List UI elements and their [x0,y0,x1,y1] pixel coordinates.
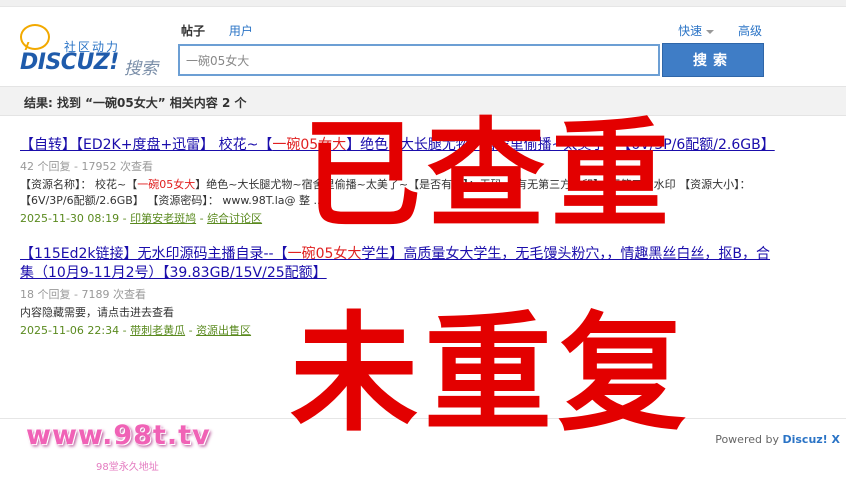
site-logo[interactable]: 社区动力 DISCUZ! 搜索 [20,24,165,82]
title-text: 【自转】【ED2K+度盘+迅雷】 校花~【 [20,137,273,153]
author-link[interactable]: 带刺老黄瓜 [130,324,185,337]
powered-by: Powered by Discuz! X [715,433,840,446]
advanced-search-link[interactable]: 高级 [738,22,762,39]
title-text: 【115Ed2k链接】无水印源码主播自录--【 [20,246,288,262]
search-box [178,44,660,76]
keyword-highlight: 一碗05女大 [137,178,196,191]
tab-users[interactable]: 用户 [229,22,253,39]
powered-prefix: Powered by [715,433,783,446]
post-date: 2025-11-06 22:34 [20,324,120,337]
logo-brand: DISCUZ! [20,50,119,75]
watermark-url: www.98t.tv [26,420,211,451]
snippet-text: 【资源名称】： 校花~【 [20,178,138,191]
search-button[interactable]: 搜索 [662,43,764,77]
author-link[interactable]: 印第安老斑鸠 [130,212,196,225]
chevron-down-icon [706,29,715,34]
watermark-subtitle: 98堂永久地址 [96,462,159,473]
header: 社区动力 DISCUZ! 搜索 帖子 用户 快速 高级 搜索 [0,6,846,86]
checked-stamp: 已查重 [303,106,676,244]
post-date: 2025-11-30 08:19 [20,212,120,225]
tab-posts[interactable]: 帖子 [181,22,205,39]
search-type-tabs: 帖子 用户 [181,22,273,42]
search-input[interactable] [180,46,658,74]
forum-link[interactable]: 综合讨论区 [207,212,262,225]
quick-search-label: 快速 [678,24,703,38]
result-summary: 结果: 找到 “一碗05女大” 相关内容 2 个 [24,96,247,110]
forum-link[interactable]: 资源出售区 [196,324,251,337]
search-options: 快速 高级 [658,22,762,39]
not-duplicate-stamp: 未重复 [290,300,693,449]
result-title-link[interactable]: 【115Ed2k链接】无水印源码主播自录--【一碗05女大学生】高质量女大学生，… [20,245,780,283]
powered-brand[interactable]: Discuz! X [782,433,840,446]
logo-search-word: 搜索 [124,59,158,79]
quick-search-dropdown[interactable]: 快速 [678,22,715,39]
